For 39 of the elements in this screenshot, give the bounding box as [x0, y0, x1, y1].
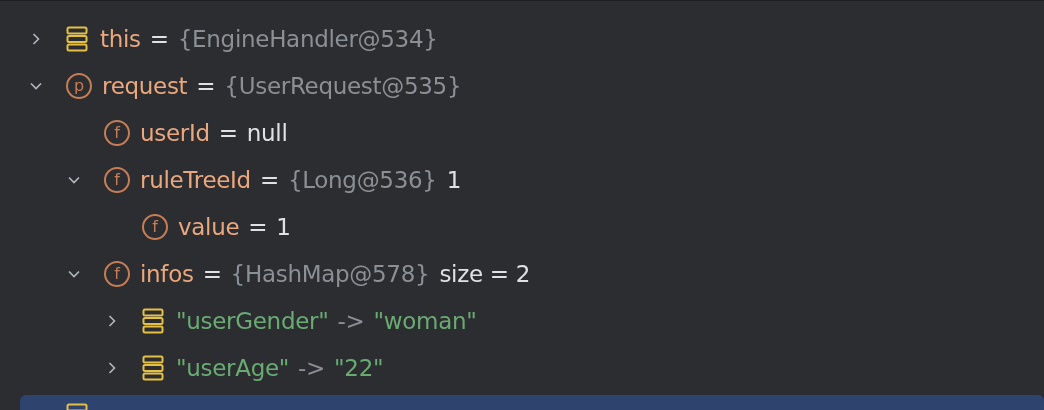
variable-value: 1 — [446, 166, 462, 193]
variable-name: infos — [140, 260, 194, 287]
arrow-separator: -> — [298, 354, 326, 381]
field-badge-icon: p — [66, 72, 92, 99]
variable-name: ruleTreeId — [140, 166, 251, 193]
map-value: "22" — [334, 354, 384, 381]
equals-sign: = — [202, 260, 222, 287]
map-key: "userGender" — [176, 307, 329, 334]
map-value: "woman" — [373, 307, 477, 334]
field-badge-icon: f — [142, 213, 168, 240]
object-reference: {UserRequest@535} — [224, 72, 462, 99]
object-reference: {HashMap@578} — [230, 260, 430, 287]
tree-row[interactable]: f userId = null — [0, 109, 1044, 156]
object-reference: {Long@536} — [287, 166, 437, 193]
variable-value: null — [246, 119, 288, 146]
tree-row[interactable]: "userGender" -> "woman" — [0, 297, 1044, 344]
equals-sign: = — [196, 72, 216, 99]
field-badge-icon: f — [104, 119, 130, 146]
variable-name: userId — [140, 119, 210, 146]
tree-row[interactable]: f ruleTreeId = {Long@536} 1 — [0, 156, 1044, 203]
tree-row[interactable]: f infos = {HashMap@578} size = 2 — [0, 250, 1044, 297]
map-key: "userAge" — [176, 354, 290, 381]
object-reference: {EngineHandler@534} — [177, 25, 438, 52]
variable-value: 1 — [276, 213, 291, 240]
equals-sign: = — [248, 213, 268, 240]
tree-row[interactable]: p request = {UserRequest@535} — [0, 62, 1044, 109]
equals-sign: = — [259, 166, 279, 193]
arrow-separator: -> — [337, 307, 365, 334]
variable-name: value — [178, 213, 240, 240]
tree-row[interactable]: "userAge" -> "22" — [0, 344, 1044, 391]
equals-sign: = — [218, 119, 238, 146]
tree-row[interactable]: this = {EngineHandler@534} — [0, 15, 1044, 62]
field-badge-icon: f — [104, 166, 130, 193]
equals-sign: = — [149, 25, 169, 52]
tree-row[interactable]: f value = 1 — [0, 203, 1044, 250]
variable-value: size = 2 — [439, 260, 531, 287]
variable-name: request — [102, 72, 188, 99]
variable-name: this — [100, 25, 141, 52]
field-badge-icon: f — [104, 260, 130, 287]
